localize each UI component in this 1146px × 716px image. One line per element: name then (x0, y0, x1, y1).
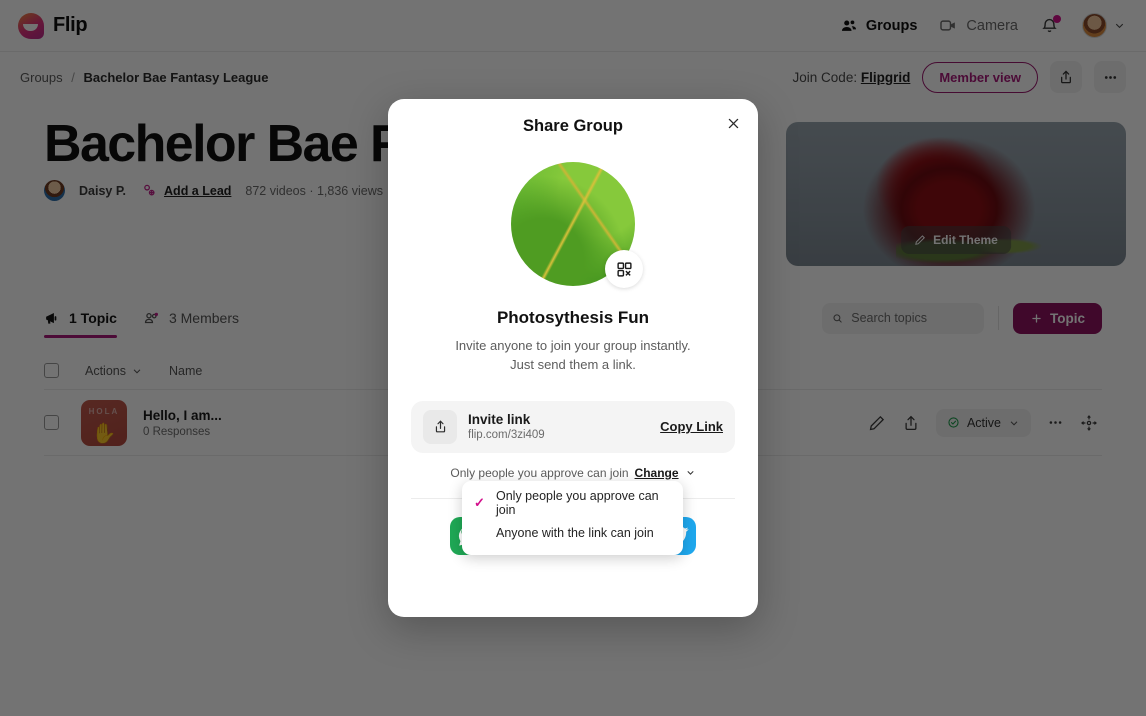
qr-code-icon (616, 261, 632, 277)
invite-share-icon-wrap[interactable] (423, 409, 457, 444)
privacy-change-button[interactable]: Change (635, 466, 679, 480)
group-avatar-wrap (511, 162, 643, 288)
invite-link-label: Invite link (468, 412, 531, 428)
privacy-option-anyone[interactable]: Anyone with the link can join (462, 518, 683, 548)
privacy-option-anyone-label: Anyone with the link can join (496, 526, 654, 540)
app-root: Flip Groups Camera (0, 0, 1146, 716)
privacy-row: Only people you approve can join Change (388, 466, 758, 480)
close-modal-button[interactable] (722, 112, 744, 134)
group-name: Photosythesis Fun (496, 308, 650, 327)
invite-link-text: Invite link flip.com/3zi409 (468, 412, 545, 441)
share-icon (435, 420, 445, 433)
privacy-dropdown-menu: ✓ Only people you approve can join Anyon… (462, 481, 683, 555)
check-icon: ✓ (474, 495, 485, 510)
chevron-down-icon[interactable] (685, 467, 696, 478)
share-group-modal: Share Group Photosythesis Fun Invite any… (388, 99, 758, 617)
modal-title: Share Group (523, 117, 623, 135)
modal-subtitle: Invite anyone to join your group instant… (388, 337, 758, 375)
privacy-current-label: Only people you approve can join (450, 465, 629, 480)
privacy-option-approve[interactable]: ✓ Only people you approve can join (462, 488, 683, 518)
qr-code-button[interactable] (605, 250, 643, 288)
privacy-option-approve-label: Only people you approve can join (496, 489, 659, 517)
close-icon (728, 118, 738, 128)
invite-link-card: Invite link flip.com/3zi409 Copy Link (411, 400, 735, 453)
invite-link-url: flip.com/3zi409 (468, 429, 545, 442)
modal-subtitle-line2: Just send them a link. (510, 356, 636, 372)
modal-subtitle-line1: Invite anyone to join your group instant… (455, 338, 691, 353)
copy-link-button[interactable]: Copy Link (660, 419, 723, 434)
